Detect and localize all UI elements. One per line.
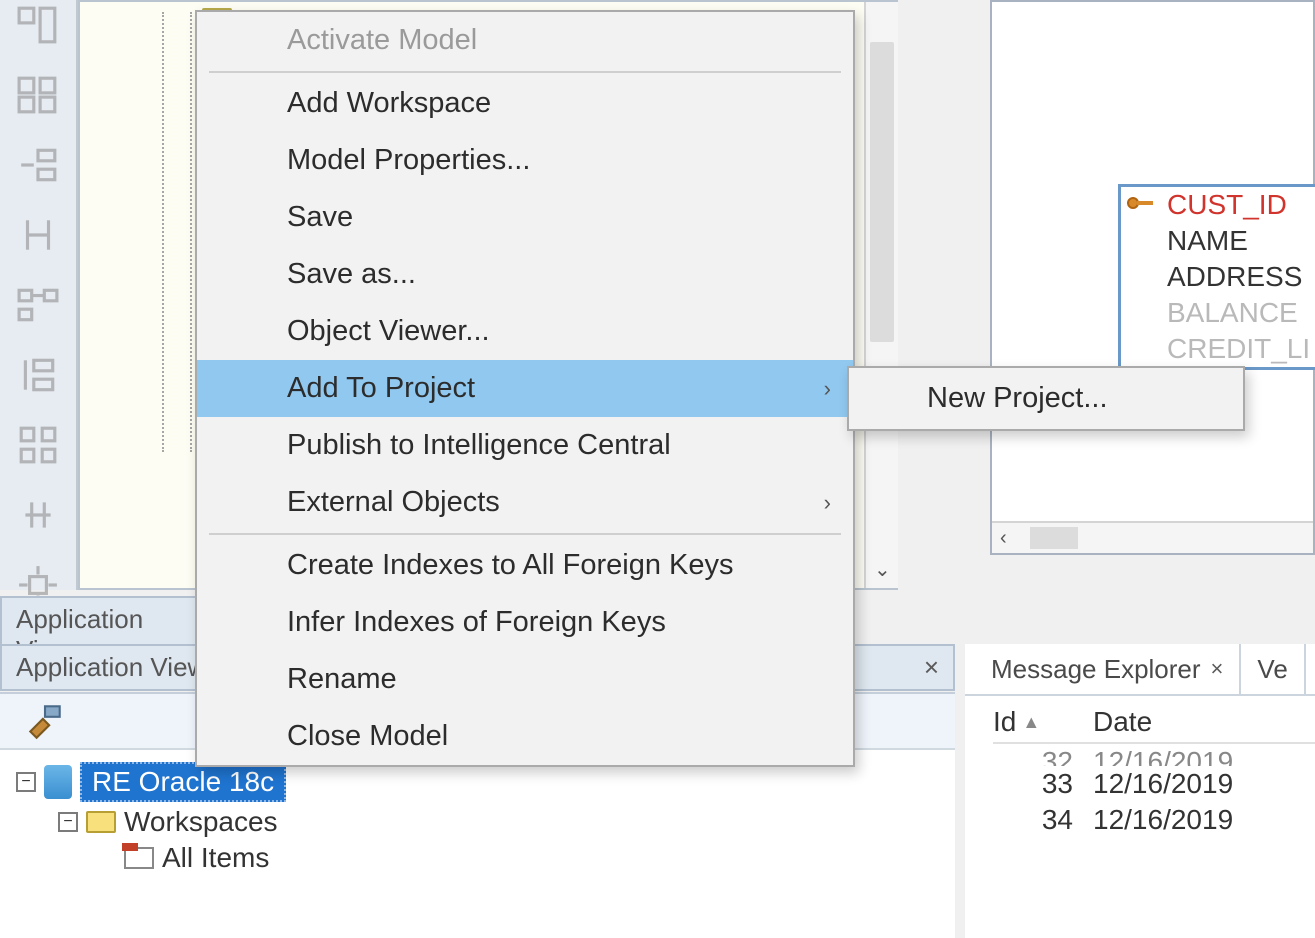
submenu-arrow-icon: › [824, 376, 831, 402]
column-header-date[interactable]: Date [1093, 706, 1315, 738]
tree-node-all-items[interactable]: All Items [8, 840, 947, 876]
scroll-down-icon[interactable]: ⌄ [874, 557, 891, 582]
menu-rename[interactable]: Rename [197, 651, 853, 708]
sort-asc-icon: ▲ [1022, 712, 1040, 733]
cell-id: 32 [993, 746, 1093, 764]
close-icon[interactable]: × [1211, 656, 1224, 682]
primary-key-icon [1127, 195, 1155, 211]
menu-model-properties[interactable]: Model Properties... [197, 132, 853, 189]
menu-add-to-project[interactable]: Add To Project › [197, 360, 853, 417]
menu-save[interactable]: Save [197, 189, 853, 246]
tool-icon-2[interactable] [17, 74, 59, 116]
settings-tool-icon[interactable] [24, 700, 66, 742]
message-row[interactable]: 34 12/16/2019 [993, 802, 1315, 838]
diagram-tool-toolbar [0, 0, 78, 590]
message-table-header: Id ▲ Date [993, 702, 1315, 744]
tree-node-label: All Items [162, 842, 269, 874]
tree-node-label: Workspaces [124, 806, 278, 838]
tool-icon-6[interactable] [17, 354, 59, 396]
menu-external-objects[interactable]: External Objects › [197, 474, 853, 531]
tree-collapse-icon[interactable]: − [16, 772, 36, 792]
tool-icon-1[interactable] [17, 4, 59, 46]
message-row[interactable]: 33 12/16/2019 [993, 766, 1315, 802]
submenu-arrow-icon: › [824, 490, 831, 516]
tool-icon-5[interactable] [17, 284, 59, 326]
entity-table[interactable]: CUST_ID NAME ADDRESS BALANCE CREDIT_LI [1118, 184, 1315, 370]
tab-label: Message Explorer [991, 654, 1201, 685]
entity-col-label: CUST_ID [1167, 189, 1287, 220]
diagram-horizontal-scrollbar[interactable]: ‹ [992, 521, 1313, 553]
entity-column: ADDRESS [1121, 259, 1315, 295]
app-view-tree: − RE Oracle 18c − Workspaces All Items [0, 750, 955, 886]
cell-id: 33 [993, 768, 1093, 800]
scroll-left-icon[interactable]: ‹ [1000, 527, 1007, 550]
scrollbar-thumb[interactable] [870, 42, 894, 342]
menu-activate-model: Activate Model [197, 12, 853, 69]
message-explorer-panel: Message Explorer × Ve Id ▲ Date 32 12/16… [965, 644, 1315, 938]
tab-label: Application View [16, 652, 206, 682]
tree-node-label-selected: RE Oracle 18c [80, 762, 286, 802]
database-icon [44, 765, 72, 799]
entity-column: NAME [1121, 223, 1315, 259]
menu-external-objects-label: External Objects [287, 486, 500, 518]
column-header-id[interactable]: Id ▲ [993, 706, 1093, 738]
entity-column-pk: CUST_ID [1121, 187, 1315, 223]
menu-object-viewer[interactable]: Object Viewer... [197, 303, 853, 360]
tab-message-explorer[interactable]: Message Explorer × [975, 644, 1241, 694]
diagram-panel: CUST_ID NAME ADDRESS BALANCE CREDIT_LI ‹ [990, 0, 1315, 555]
menu-add-workspace[interactable]: Add Workspace [197, 75, 853, 132]
entity-column: CREDIT_LI [1121, 331, 1315, 367]
cell-id: 34 [993, 804, 1093, 836]
tab-verification[interactable]: Ve [1241, 644, 1305, 694]
menu-separator [209, 533, 841, 535]
tool-icon-4[interactable] [17, 214, 59, 256]
menu-save-as[interactable]: Save as... [197, 246, 853, 303]
tree-vertical-scrollbar[interactable]: ⌄ [864, 2, 898, 588]
tool-icon-3[interactable] [17, 144, 59, 186]
menu-add-to-project-label: Add To Project [287, 372, 475, 404]
close-icon[interactable]: × [924, 652, 939, 683]
tree-collapse-icon[interactable]: − [58, 812, 78, 832]
tool-icon-7[interactable] [17, 424, 59, 466]
cell-date: 12/16/2019 [1093, 768, 1315, 800]
model-context-menu: Activate Model Add Workspace Model Prope… [195, 10, 855, 767]
submenu-new-project[interactable]: New Project... [849, 368, 1243, 429]
cell-date: 12/16/2019 [1093, 804, 1315, 836]
add-to-project-submenu: New Project... [847, 366, 1245, 431]
message-row[interactable]: 32 12/16/2019 [993, 744, 1315, 766]
entity-column: BALANCE [1121, 295, 1315, 331]
tree-node-workspaces[interactable]: − Workspaces [8, 804, 947, 840]
folder-open-icon [124, 847, 154, 869]
menu-close-model[interactable]: Close Model [197, 708, 853, 765]
menu-create-indexes[interactable]: Create Indexes to All Foreign Keys [197, 537, 853, 594]
message-table: Id ▲ Date 32 12/16/2019 33 12/16/2019 34… [965, 696, 1315, 838]
menu-infer-indexes[interactable]: Infer Indexes of Foreign Keys [197, 594, 853, 651]
scrollbar-thumb[interactable] [1030, 527, 1078, 549]
menu-separator [209, 71, 841, 73]
folder-icon [86, 811, 116, 833]
tool-icon-8[interactable] [17, 494, 59, 536]
message-explorer-tabs: Message Explorer × Ve [965, 644, 1315, 696]
header-label: Id [993, 706, 1016, 738]
cell-date: 12/16/2019 [1093, 746, 1315, 764]
menu-publish[interactable]: Publish to Intelligence Central [197, 417, 853, 474]
